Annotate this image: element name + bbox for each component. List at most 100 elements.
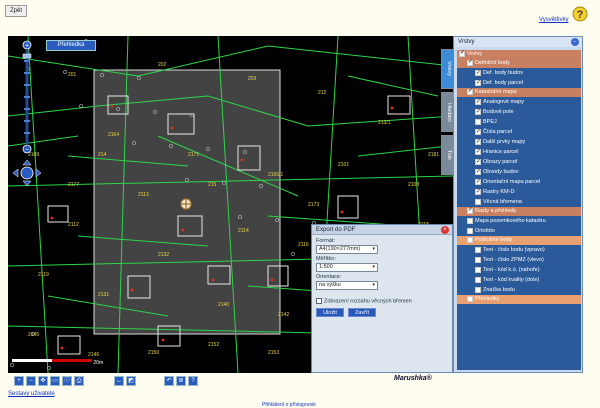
layer-checkbox[interactable] (475, 68, 481, 78)
building-marker (340, 210, 344, 214)
layer-checkbox[interactable] (475, 157, 481, 167)
checkbox-box[interactable] (316, 298, 322, 304)
layer-item[interactable]: Mapa pozemkového katastru (457, 216, 581, 226)
layer-item[interactable]: Čísla parcel (457, 127, 581, 137)
legend-link[interactable]: Vysvětlivky (539, 17, 568, 23)
layer-checkbox[interactable] (475, 107, 481, 117)
zoom-out-icon[interactable]: − (26, 376, 36, 386)
layer-item[interactable]: Značka bodu (457, 285, 581, 295)
scale-select[interactable]: 1:500 ▾ (316, 263, 378, 272)
layer-item[interactable]: BPEJ (457, 117, 581, 127)
building-marker (211, 278, 215, 282)
help-icon[interactable]: ? (572, 6, 588, 22)
accessibility-link[interactable]: Přihlášení o přístupnosti (262, 402, 316, 408)
layer-checkbox[interactable] (475, 286, 481, 293)
close-button[interactable]: Zavřít (348, 308, 376, 317)
layer-item[interactable]: Věcná břemena (457, 197, 581, 207)
layer-item[interactable]: Def. body budov (457, 68, 581, 78)
panel-collapse-icon[interactable]: − (571, 38, 579, 46)
tab-hledání[interactable]: Hledání (441, 92, 454, 132)
zoom-in-icon[interactable]: + (14, 376, 24, 386)
chevron-down-icon: ▾ (372, 264, 375, 270)
layer-item[interactable]: Rastry KM-D (457, 187, 581, 197)
layer-item[interactable]: Analogové mapy (457, 97, 581, 107)
layer-item[interactable]: Text - kód kvality (dole) (457, 275, 581, 285)
parcel-boundary (347, 75, 439, 97)
measure-icon[interactable]: ↔ (114, 376, 124, 386)
format-select[interactable]: A4(190×277mm) ▾ (316, 245, 378, 254)
layer-item[interactable]: Další prvky mapy (457, 137, 581, 147)
orientation-select[interactable]: na výšku ▾ (316, 281, 378, 290)
parcel-number-label: 2132 (158, 252, 169, 258)
layer-item[interactable]: Obrazy parcel (457, 157, 581, 167)
building-marker (130, 288, 134, 292)
layer-group[interactable]: Podrobné body (457, 236, 581, 245)
layer-checkbox[interactable] (467, 295, 473, 302)
layer-checkbox[interactable] (475, 118, 481, 125)
layer-checkbox[interactable] (475, 127, 481, 137)
parcel-number-label: 2101 (338, 162, 349, 168)
layer-checkbox[interactable] (475, 276, 481, 283)
layers-icon[interactable]: ≣ (176, 376, 186, 386)
help-icon[interactable]: ? (188, 376, 198, 386)
pan-control[interactable] (13, 160, 41, 186)
layer-item[interactable]: Bodové pole (457, 107, 581, 117)
layer-checkbox[interactable] (467, 206, 473, 215)
info-icon[interactable]: ⓘ (62, 376, 72, 386)
save-button[interactable]: Uložit (316, 308, 344, 317)
user-reports-link[interactable]: Sestavy uživatele (8, 391, 55, 397)
layer-item[interactable]: Def. body parcel (457, 78, 581, 88)
orientation-select-value: na výšku (319, 282, 341, 288)
layer-checkbox[interactable] (475, 256, 481, 263)
back-button[interactable]: Zpět (5, 5, 27, 17)
layer-checkbox[interactable] (467, 227, 473, 234)
tab-tisk[interactable]: Tisk (441, 135, 454, 175)
close-icon[interactable]: × (441, 226, 449, 234)
layer-item[interactable]: Text - číslo ZPMZ (vlevo) (457, 255, 581, 265)
layer-item[interactable]: Ortofoto (457, 226, 581, 236)
layer-checkbox[interactable] (475, 177, 481, 187)
layer-item[interactable]: Obvody budov (457, 167, 581, 177)
layer-item[interactable]: Text - číslo bodu (vpravo) (457, 245, 581, 255)
layer-checkbox[interactable] (467, 236, 473, 243)
layer-group[interactable]: Rasty a přehledy (457, 206, 581, 216)
layer-checkbox[interactable] (467, 87, 473, 96)
layer-label: Orientační mapa parcel (483, 179, 541, 185)
pan-icon[interactable]: ✥ (38, 376, 48, 386)
layer-checkbox[interactable] (475, 246, 481, 253)
layer-tree: Vrstvy Definiční body Def. body budov Def. … (457, 49, 581, 370)
easements-checkbox[interactable]: Zobrazení rozsahu věcných břemen (316, 298, 412, 304)
overview-button[interactable]: Přehledka (46, 40, 96, 51)
layer-group[interactable]: Vrstvy (457, 49, 581, 59)
measure-area-icon[interactable]: ◩ (126, 376, 136, 386)
layer-checkbox[interactable] (475, 147, 481, 157)
building-marker (60, 346, 64, 350)
undo-icon[interactable]: ↶ (164, 376, 174, 386)
layer-checkbox[interactable] (475, 97, 481, 107)
layer-checkbox[interactable] (475, 198, 481, 205)
layer-label: Věcná břemena (483, 199, 522, 205)
layer-label: Text - číslo bodu (vpravo) (483, 247, 545, 253)
parcel-number-label: 2113 (138, 192, 149, 198)
zoom-slider[interactable]: + − (22, 40, 32, 154)
layer-label: Rastry KM-D (483, 189, 515, 195)
building-marker (240, 158, 244, 162)
layer-checkbox[interactable] (475, 78, 481, 88)
layer-checkbox[interactable] (475, 137, 481, 147)
layer-checkbox[interactable] (475, 167, 481, 177)
print-icon[interactable]: ⎙ (74, 376, 84, 386)
layer-item[interactable]: Orientační mapa parcel (457, 177, 581, 187)
tab-vrstvy[interactable]: Vrstvy (441, 49, 454, 89)
layer-checkbox[interactable] (475, 266, 481, 273)
layer-checkbox[interactable] (475, 187, 481, 197)
survey-point (291, 252, 295, 256)
layer-checkbox[interactable] (459, 49, 465, 58)
layer-item[interactable]: Hranice parcel (457, 147, 581, 157)
layer-group[interactable]: Přehledky (457, 295, 581, 304)
layer-checkbox[interactable] (467, 58, 473, 67)
select-icon[interactable]: ▭ (50, 376, 60, 386)
building-marker (110, 104, 114, 108)
layer-checkbox[interactable] (467, 217, 473, 224)
layer-item[interactable]: Text - kód k.ú. (nahoře) (457, 265, 581, 275)
orientation-label: Orientace: (316, 274, 342, 280)
